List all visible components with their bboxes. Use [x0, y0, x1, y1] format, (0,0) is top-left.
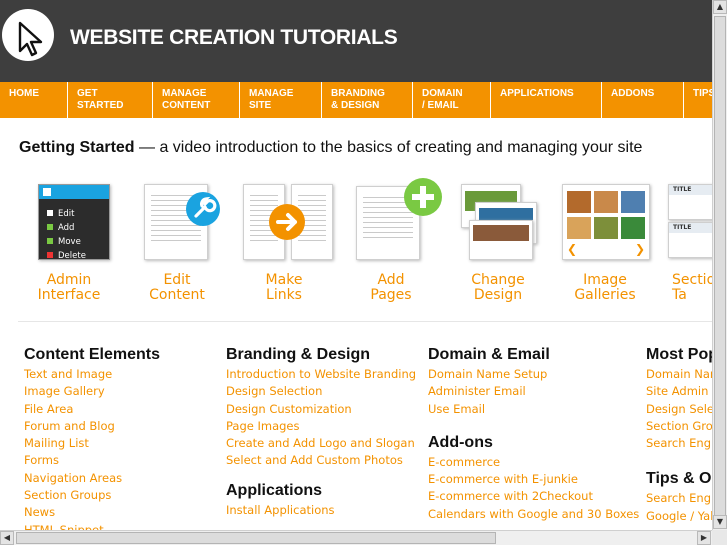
menu-edit: Edit [58, 209, 75, 219]
horizontal-scroll-thumb[interactable] [16, 532, 496, 544]
column-most-popular: Most Pop Domain Nam Site Admin I Design … [646, 346, 712, 525]
thumb-label: Make Links [265, 272, 303, 303]
site-title: WEBSITE CREATION TUTORIALS [70, 26, 398, 49]
site-header: WEBSITE CREATION TUTORIALS [0, 0, 712, 82]
heading-tips: Tips & O [646, 470, 712, 488]
link-search-engi-2[interactable]: Search Engi [646, 490, 712, 507]
link-administer-email[interactable]: Administer Email [428, 383, 639, 400]
nav-domain-email[interactable]: DOMAIN / EMAIL [412, 82, 490, 118]
thumb-label: Admin Interface [37, 272, 101, 303]
nav-branding-design[interactable]: BRANDING & DESIGN [321, 82, 412, 118]
link-ecommerce-ejunkie[interactable]: E-commerce with E-junkie [428, 471, 639, 488]
link-section-groups[interactable]: Section Groups [24, 487, 160, 504]
thumb-label: Image Galleries [574, 272, 636, 303]
link-forum-and-blog[interactable]: Forum and Blog [24, 418, 160, 435]
link-design-customization[interactable]: Design Customization [226, 401, 416, 418]
link-install-applications[interactable]: Install Applications [226, 502, 416, 519]
cursor-logo-icon[interactable] [2, 9, 54, 61]
admin-interface-thumbnail: Edit Add Move Delete [30, 182, 110, 261]
menu-move: Move [58, 237, 81, 247]
link-section-grou[interactable]: Section Grou [646, 418, 712, 435]
plus-icon [404, 178, 442, 216]
section-tabs-thumbnail: TITLE TITLE [666, 182, 712, 260]
nav-addons[interactable]: ADDONS [601, 82, 683, 118]
video-edit-content[interactable]: Edit Content [132, 182, 222, 303]
video-admin-interface[interactable]: Edit Add Move Delete Admin Interface [24, 182, 114, 303]
wrench-icon [186, 192, 220, 226]
link-calendars[interactable]: Calendars with Google and 30 Boxes [428, 506, 639, 523]
menu-delete: Delete [58, 251, 86, 261]
link-forms[interactable]: Forms [24, 452, 160, 469]
link-mailing-list[interactable]: Mailing List [24, 435, 160, 452]
video-add-pages[interactable]: Add Pages [346, 178, 442, 303]
video-image-galleries[interactable]: ❮ ❯ Image Galleries [560, 182, 650, 303]
link-ecommerce[interactable]: E-commerce [428, 454, 639, 471]
thumb-label: Change Design [471, 272, 525, 303]
link-design-selection[interactable]: Design Selection [226, 383, 416, 400]
vertical-scroll-thumb[interactable] [714, 16, 726, 516]
column-branding-design: Branding & Design Introduction to Websit… [226, 346, 416, 519]
nav-applications[interactable]: APPLICATIONS [490, 82, 601, 118]
link-google-yahoo[interactable]: Google / Yah [646, 508, 712, 525]
video-section-tabs[interactable]: TITLE TITLE Sectio Ta [666, 182, 712, 303]
edit-content-thumbnail [138, 182, 220, 260]
link-domain-name-setup[interactable]: Domain Name Setup [428, 366, 639, 383]
scrollbar-corner [712, 530, 727, 545]
scroll-right-icon[interactable]: ▶ [697, 531, 711, 545]
column-content-elements: Content Elements Text and Image Image Ga… [24, 346, 160, 539]
make-links-thumbnail [243, 182, 333, 260]
link-image-gallery[interactable]: Image Gallery [24, 383, 160, 400]
link-text-and-image[interactable]: Text and Image [24, 366, 160, 383]
nav-tips[interactable]: TIPS [683, 82, 712, 118]
main-nav: HOME GET STARTED MANAGE CONTENT MANAGE S… [0, 82, 712, 118]
intro-title: Getting Started [19, 139, 135, 156]
thumb-label: Edit Content [149, 272, 205, 303]
divider [18, 321, 712, 322]
link-logo-slogan[interactable]: Create and Add Logo and Slogan [226, 435, 416, 452]
chevron-left-icon: ❮ [567, 242, 578, 256]
link-site-admin[interactable]: Site Admin I [646, 383, 712, 400]
arrow-right-icon [269, 204, 305, 240]
link-use-email[interactable]: Use Email [428, 401, 639, 418]
add-pages-thumbnail [352, 178, 442, 260]
section-tab-badge: TITLE [673, 186, 692, 193]
change-design-thumbnail [459, 182, 537, 260]
intro-heading: Getting Started — a video introduction t… [19, 139, 642, 157]
heading-applications: Applications [226, 481, 323, 499]
horizontal-scrollbar[interactable]: ◀ ▶ [0, 530, 712, 545]
image-galleries-thumbnail: ❮ ❯ [562, 182, 650, 260]
nav-home[interactable]: HOME [0, 82, 67, 118]
heading-branding-design: Branding & Design [226, 346, 371, 363]
heading-content-elements: Content Elements [24, 346, 161, 363]
scroll-up-icon[interactable]: ▲ [713, 0, 727, 14]
nav-manage-content[interactable]: MANAGE CONTENT [152, 82, 239, 118]
nav-manage-site[interactable]: MANAGE SITE [239, 82, 321, 118]
section-tab-badge: TITLE [673, 224, 692, 231]
link-ecommerce-2checkout[interactable]: E-commerce with 2Checkout [428, 488, 639, 505]
vertical-scrollbar[interactable]: ▲ ▼ [712, 0, 727, 530]
link-custom-photos[interactable]: Select and Add Custom Photos [226, 452, 416, 469]
link-navigation-areas[interactable]: Navigation Areas [24, 470, 160, 487]
chevron-right-icon: ❯ [635, 242, 646, 256]
link-domain-name[interactable]: Domain Nam [646, 366, 712, 383]
column-domain-email: Domain & Email Domain Name Setup Adminis… [428, 346, 639, 523]
intro-description: — a video introduction to the basics of … [134, 139, 643, 156]
heading-most-popular: Most Pop [646, 346, 712, 363]
nav-get-started[interactable]: GET STARTED [67, 82, 152, 118]
link-page-images[interactable]: Page Images [226, 418, 416, 435]
link-search-engi[interactable]: Search Engi [646, 435, 712, 452]
menu-add: Add [58, 223, 75, 233]
scroll-left-icon[interactable]: ◀ [0, 531, 14, 545]
thumb-label: Sectio Ta [672, 272, 712, 303]
video-change-design[interactable]: Change Design [453, 182, 543, 303]
link-design-selec[interactable]: Design Selec [646, 401, 712, 418]
link-intro-branding[interactable]: Introduction to Website Branding [226, 366, 416, 383]
scroll-down-icon[interactable]: ▼ [713, 515, 727, 529]
heading-add-ons: Add-ons [428, 433, 493, 451]
heading-domain-email: Domain & Email [428, 346, 550, 363]
thumb-label: Add Pages [370, 272, 412, 303]
link-news[interactable]: News [24, 504, 160, 521]
video-make-links[interactable]: Make Links [239, 182, 333, 303]
link-file-area[interactable]: File Area [24, 401, 160, 418]
